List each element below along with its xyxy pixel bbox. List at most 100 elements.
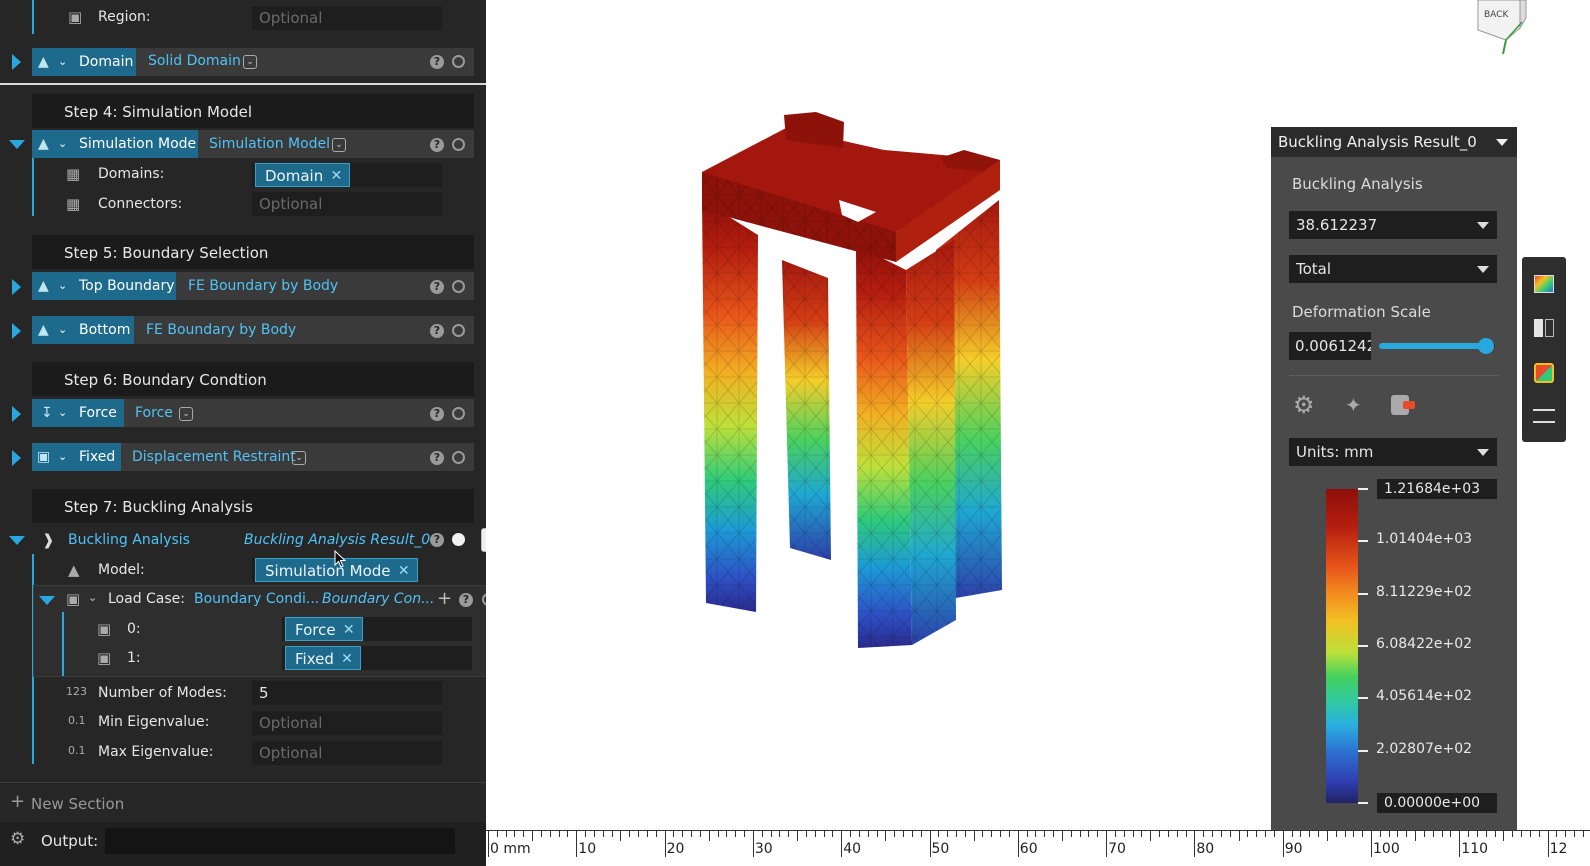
status-circle-icon[interactable] xyxy=(452,324,465,337)
remove-icon[interactable]: ✕ xyxy=(398,559,410,583)
load-case-type[interactable]: Boundary Condi... xyxy=(194,591,319,607)
chevron-down-icon[interactable]: ⌄ xyxy=(58,272,67,300)
chevron-down-icon[interactable]: ⌄ xyxy=(58,48,67,76)
chevron-down-icon[interactable]: ⌄ xyxy=(58,130,67,158)
new-section-button[interactable]: New Section xyxy=(31,795,124,813)
fixed-tag[interactable]: Fixed ✕ xyxy=(285,646,361,670)
number-icon: 123 xyxy=(66,685,87,698)
type-dropdown-icon[interactable]: ⌄ xyxy=(179,407,193,421)
add-icon[interactable]: + xyxy=(437,588,452,609)
expand-fixed-icon[interactable] xyxy=(12,450,21,466)
deformation-label: Deformation Scale xyxy=(1292,303,1431,321)
chevron-down-icon[interactable]: ⌄ xyxy=(58,316,67,344)
bottom-boundary-type[interactable]: FE Boundary by Body xyxy=(146,322,296,338)
help-icon[interactable]: ? xyxy=(430,407,444,421)
help-icon[interactable]: ? xyxy=(430,138,444,152)
sim-node-type[interactable]: Simulation Model xyxy=(209,136,330,152)
panel-dropdown-icon[interactable] xyxy=(1496,139,1508,146)
status-circle-icon[interactable] xyxy=(452,138,465,151)
mouse-cursor-icon xyxy=(334,550,346,568)
view-cube[interactable]: BACK xyxy=(1476,0,1536,56)
max-eigen-input[interactable]: Optional xyxy=(252,741,442,765)
status-circle-filled-icon[interactable] xyxy=(452,533,465,546)
help-icon[interactable]: ? xyxy=(430,324,444,338)
section-half xyxy=(1545,319,1554,337)
ruler-tick xyxy=(911,831,913,837)
deformation-slider[interactable] xyxy=(1379,338,1495,354)
collapse-loadcase-icon[interactable] xyxy=(39,596,55,605)
ruler-tick xyxy=(620,831,622,841)
remove-icon[interactable]: ✕ xyxy=(343,618,355,642)
expand-bottom-icon[interactable] xyxy=(12,323,21,339)
remove-icon[interactable]: ✕ xyxy=(330,164,342,188)
expand-domain-icon[interactable] xyxy=(12,54,21,70)
gear-icon[interactable]: ⚙ xyxy=(1293,391,1315,419)
mode-select[interactable]: 38.612237 xyxy=(1289,211,1497,239)
fixed-node-type[interactable]: Displacement Restraint xyxy=(132,449,296,465)
top-boundary-header[interactable]: ▲ ⌄ Top Boundary xyxy=(32,272,176,300)
modes-input[interactable]: 5 xyxy=(252,681,442,705)
chevron-down-icon[interactable]: ⌄ xyxy=(58,399,67,427)
sim-node-header[interactable]: ▲ ⌄ Simulation Mode xyxy=(32,130,198,158)
ruler-tick xyxy=(593,831,595,837)
remove-icon[interactable]: ✕ xyxy=(341,647,353,671)
ruler-tick xyxy=(1335,831,1337,837)
slider-handle[interactable] xyxy=(1477,338,1494,354)
help-icon[interactable]: ? xyxy=(430,55,444,69)
expand-top-icon[interactable] xyxy=(12,279,21,295)
expand-force-icon[interactable] xyxy=(12,406,21,422)
measure-icon[interactable] xyxy=(1533,409,1555,423)
connectors-input[interactable]: Optional xyxy=(252,192,442,216)
type-dropdown-icon[interactable]: ⌄ xyxy=(292,451,306,465)
top-boundary-type[interactable]: FE Boundary by Body xyxy=(188,278,338,294)
fixed-node-header[interactable]: ▣ ⌄ Fixed xyxy=(32,443,121,471)
restraint-icon: ▣ xyxy=(37,449,51,465)
section-view-icon[interactable] xyxy=(1534,319,1554,337)
help-icon[interactable]: ? xyxy=(459,593,473,607)
collapse-sim-icon[interactable] xyxy=(9,140,25,149)
component-select[interactable]: Total xyxy=(1289,255,1497,283)
force-tag[interactable]: Force ✕ xyxy=(285,617,363,641)
buckling-node-result[interactable]: Buckling Analysis Result_0 xyxy=(244,532,430,548)
ruler-tick xyxy=(1379,831,1381,837)
gear-icon[interactable]: ⚙ xyxy=(10,829,25,849)
domain-node-title: Domain xyxy=(79,54,134,70)
load-case-result[interactable]: Boundary Con... xyxy=(322,591,434,607)
collapse-buckling-icon[interactable] xyxy=(9,536,25,545)
type-dropdown-icon[interactable]: ⌄ xyxy=(243,55,257,69)
result-panel-header[interactable]: Buckling Analysis Result_0 xyxy=(1271,127,1517,157)
units-select[interactable]: Units: mm xyxy=(1289,438,1497,466)
contour-plot-icon[interactable] xyxy=(1534,275,1554,293)
help-icon[interactable]: ? xyxy=(430,533,444,547)
deformation-input[interactable]: 0.0061242 xyxy=(1289,332,1371,360)
chevron-down-icon[interactable]: ⌄ xyxy=(88,591,97,604)
status-circle-icon[interactable] xyxy=(452,280,465,293)
ruler-tick xyxy=(1106,831,1108,857)
force-node-header[interactable]: ↧ ⌄ Force xyxy=(32,399,124,427)
min-eigen-input[interactable]: Optional xyxy=(252,711,442,735)
region-input[interactable]: Optional xyxy=(252,6,442,30)
probe-icon[interactable] xyxy=(1391,393,1417,415)
buckling-node-title[interactable]: Buckling Analysis xyxy=(68,532,190,548)
tree-connector xyxy=(32,158,34,216)
status-circle-icon[interactable] xyxy=(452,451,465,464)
help-icon[interactable]: ? xyxy=(430,451,444,465)
status-circle-icon[interactable] xyxy=(452,55,465,68)
chevron-down-icon[interactable]: ⌄ xyxy=(58,443,67,471)
ruler-tick xyxy=(1114,831,1116,837)
add-icon[interactable]: + xyxy=(10,791,25,812)
ruler-tick xyxy=(1079,831,1081,837)
bottom-boundary-header[interactable]: ▲ ⌄ Bottom xyxy=(32,316,134,344)
modes-label: Number of Modes: xyxy=(98,685,227,701)
pin-icon[interactable]: ✦ xyxy=(1345,393,1362,417)
ruler-tick xyxy=(1326,831,1328,841)
cube-view-icon[interactable] xyxy=(1534,363,1554,383)
type-dropdown-icon[interactable]: ⌄ xyxy=(332,138,346,152)
domain-node-type[interactable]: Solid Domain xyxy=(148,53,241,69)
status-circle-icon[interactable] xyxy=(452,407,465,420)
domain-node-header[interactable]: ▲ ⌄ Domain xyxy=(32,48,136,76)
help-icon[interactable]: ? xyxy=(430,280,444,294)
domain-tag[interactable]: Domain ✕ xyxy=(255,163,351,188)
force-node-type[interactable]: Force xyxy=(135,405,173,421)
output-field[interactable] xyxy=(105,828,455,854)
